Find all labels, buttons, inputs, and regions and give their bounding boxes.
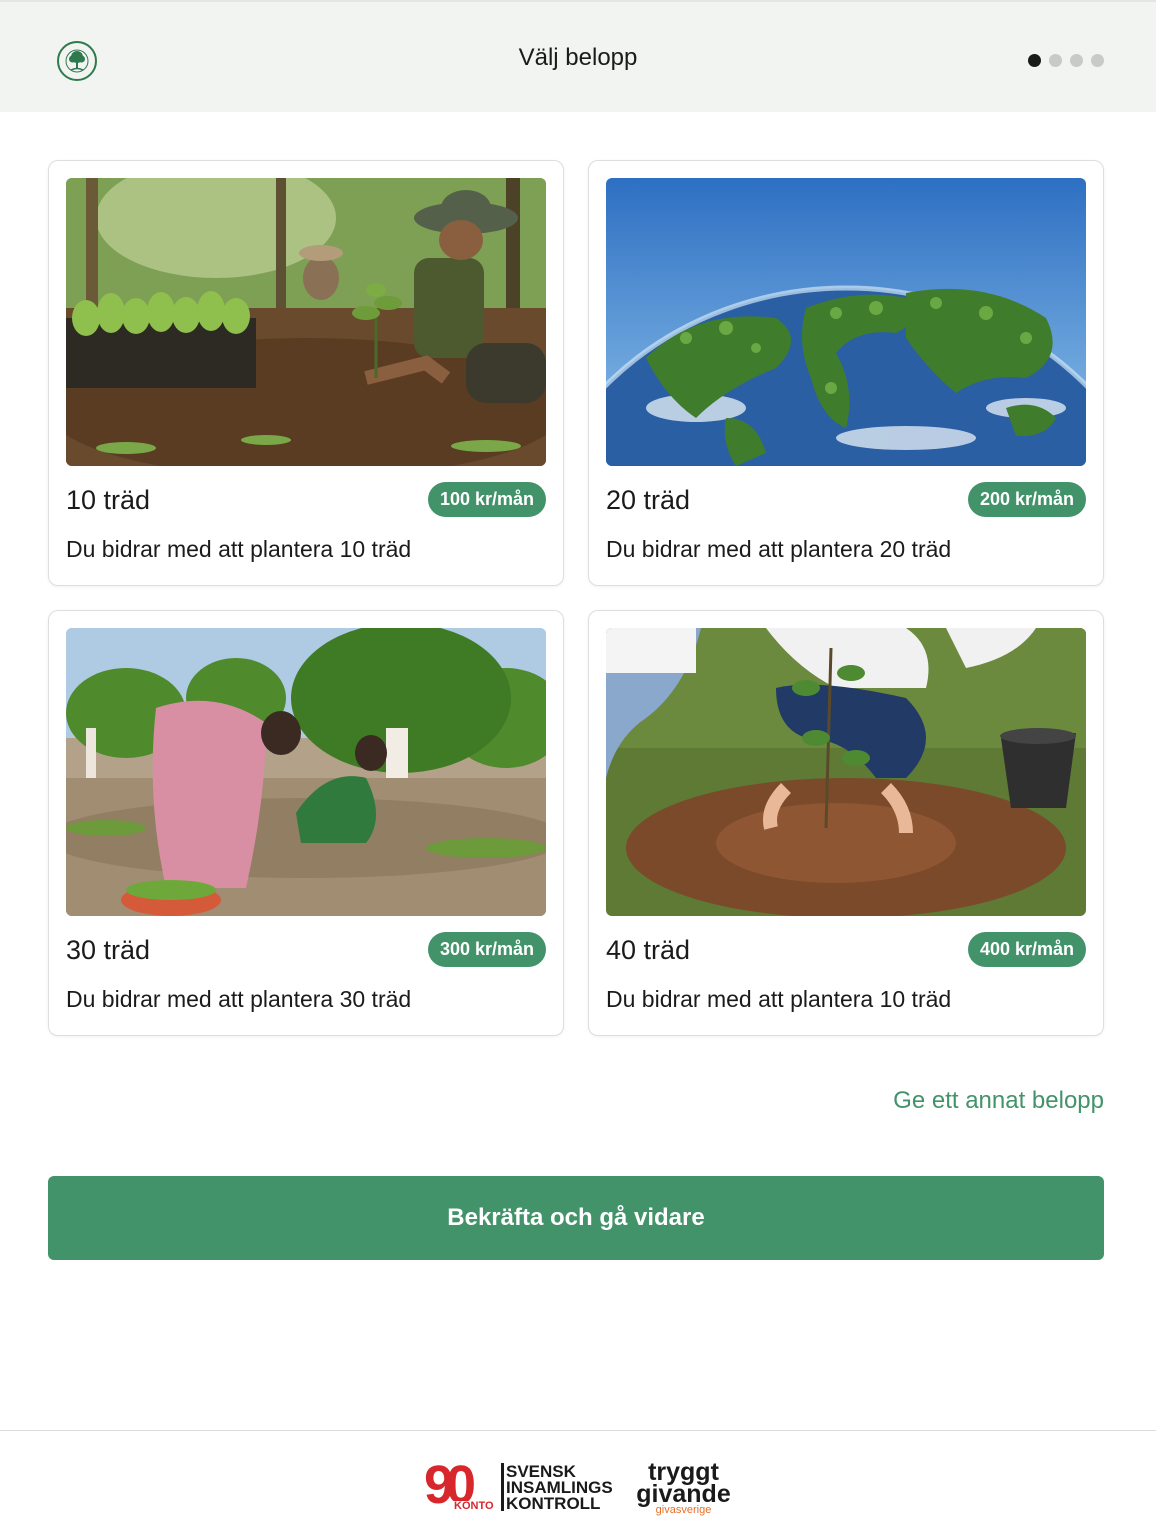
option-photo [66,628,546,916]
step-dot-1 [1028,54,1041,67]
option-price-badge: 300 kr/mån [427,932,546,967]
other-amount-link[interactable]: Ge ett annat belopp [893,1087,1104,1115]
sik-text: SVENSK INSAMLINGS KONTROLL [506,1463,613,1513]
step-dot-3 [1070,54,1083,67]
option-tree-count: 40 träd [606,935,691,965]
option-price-badge: 100 kr/mån [427,482,546,517]
amount-option-card-30[interactable]: 30 träd 300 kr/mån Du bidrar med att pla… [48,610,564,1036]
amount-option-card-10[interactable]: 10 träd 100 kr/mån Du bidrar med att pla… [48,160,564,586]
footer: 90 KONTO SVENSK INSAMLINGS KONTROLL tryg… [0,1430,1156,1540]
sik-line-3: KONTROLL [506,1494,601,1513]
step-dot-2 [1049,54,1062,67]
option-tree-count: 10 träd [66,485,151,515]
page-title: Välj belopp [518,44,638,71]
tryggt-givande-logo: tryggt givande givasverige [636,1460,731,1516]
step-dot-4 [1091,54,1104,67]
option-price-badge: 400 kr/mån [967,932,1086,967]
confirm-button[interactable]: Bekräfta och gå vidare [48,1176,1104,1260]
amount-option-card-20[interactable]: 20 träd 200 kr/mån Du bidrar med att pla… [588,160,1104,586]
option-tree-count: 20 träd [606,485,691,515]
option-photo [606,628,1086,916]
tryggt-line-2: givande [636,1480,731,1508]
step-indicator [1028,54,1104,67]
top-bar: Välj belopp [0,0,1156,112]
option-photo [606,178,1086,466]
sik-konto-label: KONTO [453,1500,495,1512]
option-photo [66,178,546,466]
option-description: Du bidrar med att plantera 10 träd [606,986,952,1012]
option-description: Du bidrar med att plantera 20 träd [606,536,952,562]
option-description: Du bidrar med att plantera 10 träd [66,536,412,562]
option-tree-count: 30 träd [66,935,151,965]
sik-divider [501,1463,504,1511]
option-description: Du bidrar med att plantera 30 träd [66,986,412,1012]
svensk-insamlingskontroll-logo: 90 KONTO SVENSK INSAMLINGS KONTROLL [424,1458,619,1513]
amount-option-card-40[interactable]: 40 träd 400 kr/mån Du bidrar med att pla… [588,610,1104,1036]
option-price-badge: 200 kr/mån [967,482,1086,517]
